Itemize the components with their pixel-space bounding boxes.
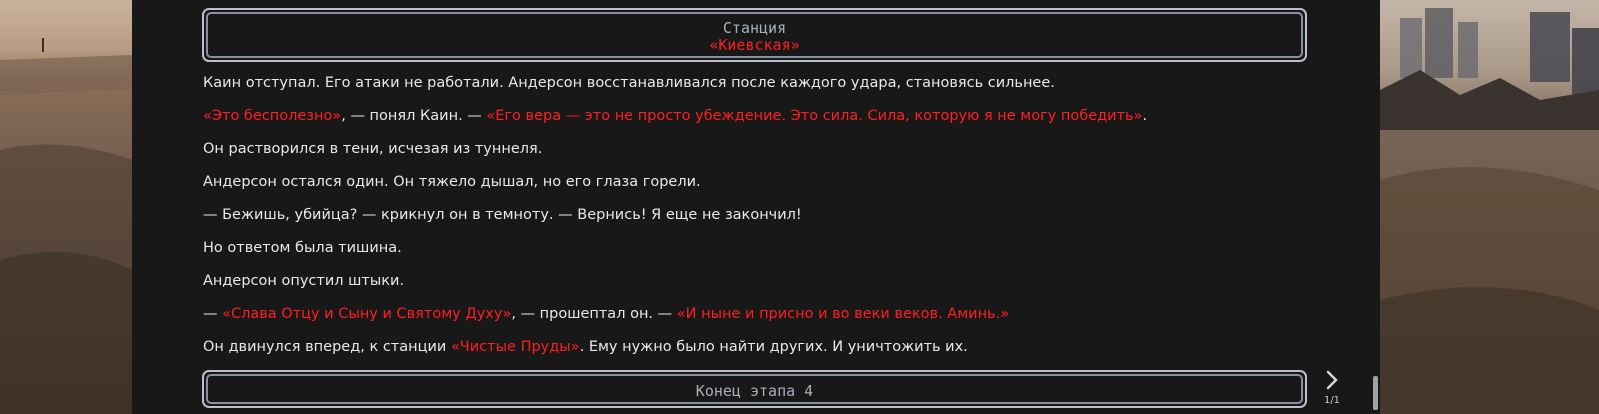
scrollbar-thumb[interactable] (1373, 376, 1378, 410)
story-line: Каин отступал. Его атаки не работали. Ан… (203, 74, 1323, 107)
text-segment: . (1142, 108, 1148, 124)
quote-segment: «Слава Отцу и Сыну и Святому Духу» (222, 306, 512, 322)
background-right-ruins (1380, 0, 1599, 414)
page-counter: 1/1 (1323, 395, 1341, 406)
stage-end-banner: Конец этапа 4 (202, 370, 1307, 408)
quote-segment: «Чистые Пруды» (450, 339, 580, 355)
text-segment: Андерсон опустил штыки. (203, 273, 405, 289)
chevron-right-icon (1324, 370, 1340, 397)
text-segment: Но ответом была тишина. (203, 240, 402, 256)
quote-segment: «И ныне и присно и во веки веков. Аминь.… (676, 306, 1010, 322)
story-line: Он двинулся вперед, к станции «Чистые Пр… (203, 338, 1323, 371)
story-line: — Бежишь, убийца? — крикнул он в темноту… (203, 206, 1323, 239)
story-line: Андерсон остался один. Он тяжело дышал, … (203, 173, 1323, 206)
text-segment: — Бежишь, убийца? — крикнул он в темноту… (203, 207, 802, 223)
text-segment: , — прошептал он. — (511, 306, 677, 322)
story-line: «Это бесполезно», — понял Каин. — «Его в… (203, 107, 1323, 140)
text-segment: Андерсон остался один. Он тяжело дышал, … (203, 174, 701, 190)
station-label: Станция (722, 19, 787, 37)
text-segment: — (203, 306, 223, 322)
text-segment: Каин отступал. Его атаки не работали. Ан… (203, 75, 1055, 91)
story-line: — «Слава Отцу и Сыну и Святому Духу», — … (203, 305, 1323, 338)
stage-end-label: Конец этапа 4 (206, 374, 1303, 404)
text-segment: . Ему нужно было найти других. И уничтож… (579, 339, 968, 355)
story-panel: Станция «Киевская» Каин отступал. Его ат… (132, 0, 1380, 414)
station-header: Станция «Киевская» (202, 8, 1307, 62)
quote-segment: «Это бесполезно» (203, 108, 342, 124)
text-segment: Он растворился в тени, исчезая из туннел… (203, 141, 543, 157)
background-left-landscape (0, 0, 132, 414)
text-segment: Он двинулся вперед, к станции (203, 339, 451, 355)
station-name: «Киевская» (709, 36, 800, 54)
quote-segment: «Его вера — это не просто убеждение. Это… (486, 108, 1143, 124)
story-line: Но ответом была тишина. (203, 239, 1323, 272)
story-line: Андерсон опустил штыки. (203, 272, 1323, 305)
text-segment: , — понял Каин. — (341, 108, 487, 124)
next-page-button[interactable] (1316, 369, 1348, 393)
story-text: Каин отступал. Его атаки не работали. Ан… (203, 74, 1323, 371)
story-line: Он растворился в тени, исчезая из туннел… (203, 140, 1323, 173)
